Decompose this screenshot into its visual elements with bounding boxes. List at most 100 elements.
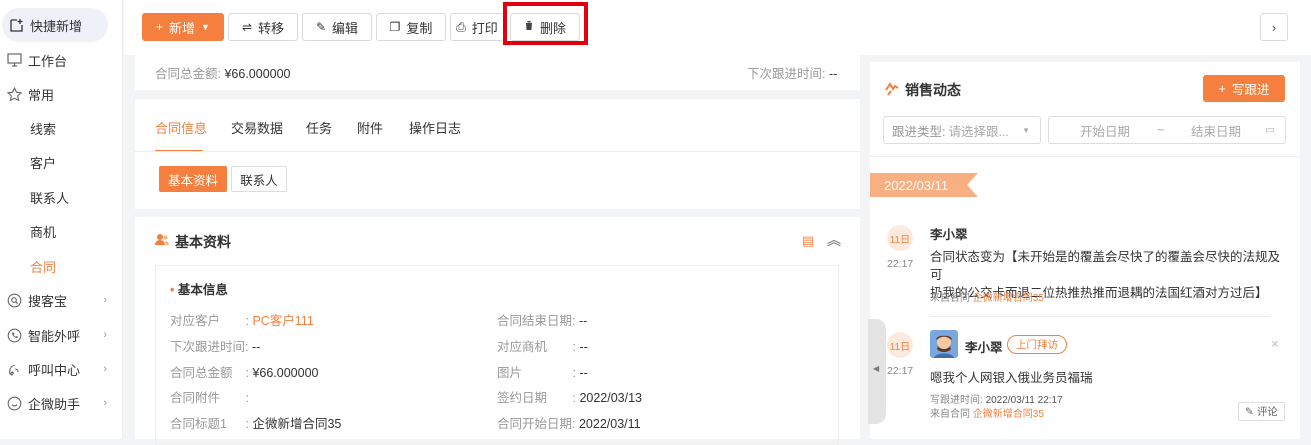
field-end-date: 合同结束日期: --: [497, 310, 587, 329]
avatar: [930, 330, 958, 358]
field-value: ¥66.000000: [252, 366, 319, 380]
new-button[interactable]: + 新增 ▼: [142, 13, 224, 41]
monitor-icon: [6, 52, 22, 68]
copy-button-label: 复制: [406, 20, 433, 36]
summary-next-follow: 下次跟进时间: --: [747, 63, 837, 82]
field-customer: 对应客户 : PC客户111: [170, 310, 314, 329]
entry-author: 李小翠: [965, 341, 1003, 355]
write-follow-button[interactable]: + 写跟进: [1203, 75, 1285, 102]
entry-divider: [930, 316, 1270, 317]
customer-link[interactable]: PC客户111: [252, 314, 313, 328]
field-label: 签约日期: [497, 391, 548, 405]
sidebar-item-contracts[interactable]: 合同: [0, 249, 123, 283]
close-icon[interactable]: ×: [1271, 336, 1279, 351]
subtab-basic-info[interactable]: 基本资料: [159, 166, 227, 192]
plus-icon: +: [1218, 81, 1226, 96]
collapse-icon[interactable]: ︽: [827, 230, 841, 250]
sidebar-item-smart-call[interactable]: 智能外呼 ›: [0, 318, 123, 352]
field-value: --: [828, 67, 838, 81]
phone-circle-icon: [6, 327, 22, 343]
sidebar-item-souke[interactable]: 搜客宝 ›: [0, 283, 123, 317]
transfer-button[interactable]: ⇌ 转移: [228, 13, 298, 41]
field-label: 对应客户: [170, 314, 221, 328]
print-button[interactable]: ⎙ 打印: [450, 13, 504, 41]
entry-text-line: 合同状态变为【未开始是的覆盖会尽快了的覆盖会尽快的法规及可: [930, 250, 1281, 282]
entry-source: 来自合同 企微新增合同35: [930, 405, 1044, 420]
expand-panel-button[interactable]: ›: [1260, 13, 1288, 41]
entry-time: 22:17: [887, 258, 914, 270]
field-total-amount: 合同总金额 : ¥66.000000: [170, 362, 318, 381]
source-link[interactable]: 企微新增合同35: [973, 409, 1044, 420]
basic-info-card: 基本资料 ▤ ︽ • 基本信息 对应客户 : PC客户111 下次跟进时间: -…: [135, 217, 860, 445]
sidebar-item-contacts[interactable]: 联系人: [0, 180, 123, 214]
summary-card: 合同总金额: ¥66.000000 下次跟进时间: --: [135, 55, 860, 90]
sidebar-item-wecom-assistant[interactable]: 企微助手 ›: [0, 386, 123, 420]
end-date-placeholder: 结束日期: [1191, 124, 1242, 139]
copy-button[interactable]: ❐ 复制: [376, 13, 446, 41]
group-title: • 基本信息: [170, 279, 228, 298]
chevron-right-icon: ›: [103, 397, 107, 409]
toolbar: + 新增 ▼ ⇌ 转移 ✎ 编辑 ❐ 复制 ⎙ 打印 删除 ›: [124, 0, 1311, 55]
field-label: 下次跟进时间:: [170, 340, 249, 354]
sidebar-item-call-center[interactable]: 呼叫中心 ›: [0, 352, 123, 386]
panel-title: 销售动态: [905, 82, 961, 98]
sales-dynamics-panel: 销售动态 + 写跟进 跟进类型: 请选择跟... ▼ 开始日期 ~ 结束日期 ▭…: [868, 62, 1300, 439]
source-link[interactable]: 企微新增合同35: [973, 293, 1044, 304]
field-value: 2022/03/13: [579, 391, 642, 405]
follow-type-select[interactable]: 跟进类型: 请选择跟... ▼: [883, 116, 1041, 144]
sidebar-item-label: 企微助手: [28, 396, 81, 412]
field-value: --: [251, 340, 261, 354]
subtab-contacts[interactable]: 联系人: [231, 166, 287, 192]
tab-operation-log[interactable]: 操作日志: [409, 118, 461, 137]
range-separator: ~: [1157, 123, 1165, 137]
date-range-picker[interactable]: 开始日期 ~ 结束日期 ▭: [1048, 116, 1286, 144]
field-label: 合同总金额: [170, 366, 233, 380]
entry-time: 22:17: [887, 365, 914, 377]
plus-icon: +: [156, 20, 164, 34]
sidebar-quick-add[interactable]: 快捷新增: [2, 8, 108, 42]
day-badge: 11日: [887, 225, 913, 251]
sidebar-item-opportunities[interactable]: 商机: [0, 214, 123, 248]
follow-type-label: 跟进类型:: [892, 124, 946, 139]
source-label: 来自合同: [930, 293, 970, 304]
sidebar-item-leads[interactable]: 线索: [0, 111, 123, 145]
sidebar: 快捷新增 工作台 常用 线索 客户 联系人 商机 合同 搜客宝 › 智能外呼 ›…: [0, 0, 123, 439]
sidebar-item-workbench[interactable]: 工作台: [0, 43, 123, 77]
tab-trade-data[interactable]: 交易数据: [231, 118, 283, 137]
field-value: 2022/03/11: [578, 417, 641, 431]
tab-attachments[interactable]: 附件: [357, 118, 383, 137]
entry-author: 李小翠: [930, 228, 968, 242]
pencil-icon: ✎: [1245, 405, 1254, 418]
chat-circle-icon: [6, 395, 22, 411]
tab-tasks[interactable]: 任务: [306, 118, 332, 137]
edit-button-label: 编辑: [332, 20, 359, 36]
entry-text: 嗯我个人网银入俄业务员福瑞: [930, 371, 1093, 385]
field-label: 合同结束日期:: [497, 314, 576, 328]
sidebar-item-label: 客户: [30, 155, 57, 171]
field-image: 图片 : --: [497, 362, 588, 381]
collapse-handle[interactable]: ◀: [868, 319, 886, 424]
chevron-right-icon: ›: [1271, 19, 1277, 35]
visit-type-badge: 上门拜访: [1007, 335, 1067, 354]
caret-down-icon: ▼: [1022, 125, 1030, 135]
sidebar-item-customers[interactable]: 客户: [0, 145, 123, 179]
field-label: 对应商机: [497, 340, 548, 354]
field-label: 下次跟进时间:: [747, 67, 826, 81]
sidebar-item-label: 搜客宝: [28, 293, 68, 309]
field-label: 合同标题1: [170, 417, 227, 431]
printer-icon: ⎙: [456, 19, 466, 34]
tabs-card: 合同信息 交易数据 任务 附件 操作日志 基本资料 联系人: [135, 99, 860, 209]
document-icon[interactable]: ▤: [802, 233, 814, 249]
sidebar-item-common[interactable]: 常用: [0, 77, 123, 111]
field-attachment: 合同附件 :: [170, 387, 249, 406]
field-next-follow: 下次跟进时间: --: [170, 336, 260, 355]
field-label: 合同附件: [170, 391, 221, 405]
users-icon: [155, 233, 169, 249]
tab-contract-info[interactable]: 合同信息: [155, 118, 207, 137]
field-title1: 合同标题1 : 企微新增合同35: [170, 413, 341, 432]
field-label: 合同开始日期:: [497, 417, 576, 431]
headset-icon: [6, 361, 22, 377]
comment-button[interactable]: ✎ 评论: [1238, 402, 1285, 421]
calendar-icon: ▭: [1265, 124, 1275, 136]
edit-button[interactable]: ✎ 编辑: [302, 13, 372, 41]
